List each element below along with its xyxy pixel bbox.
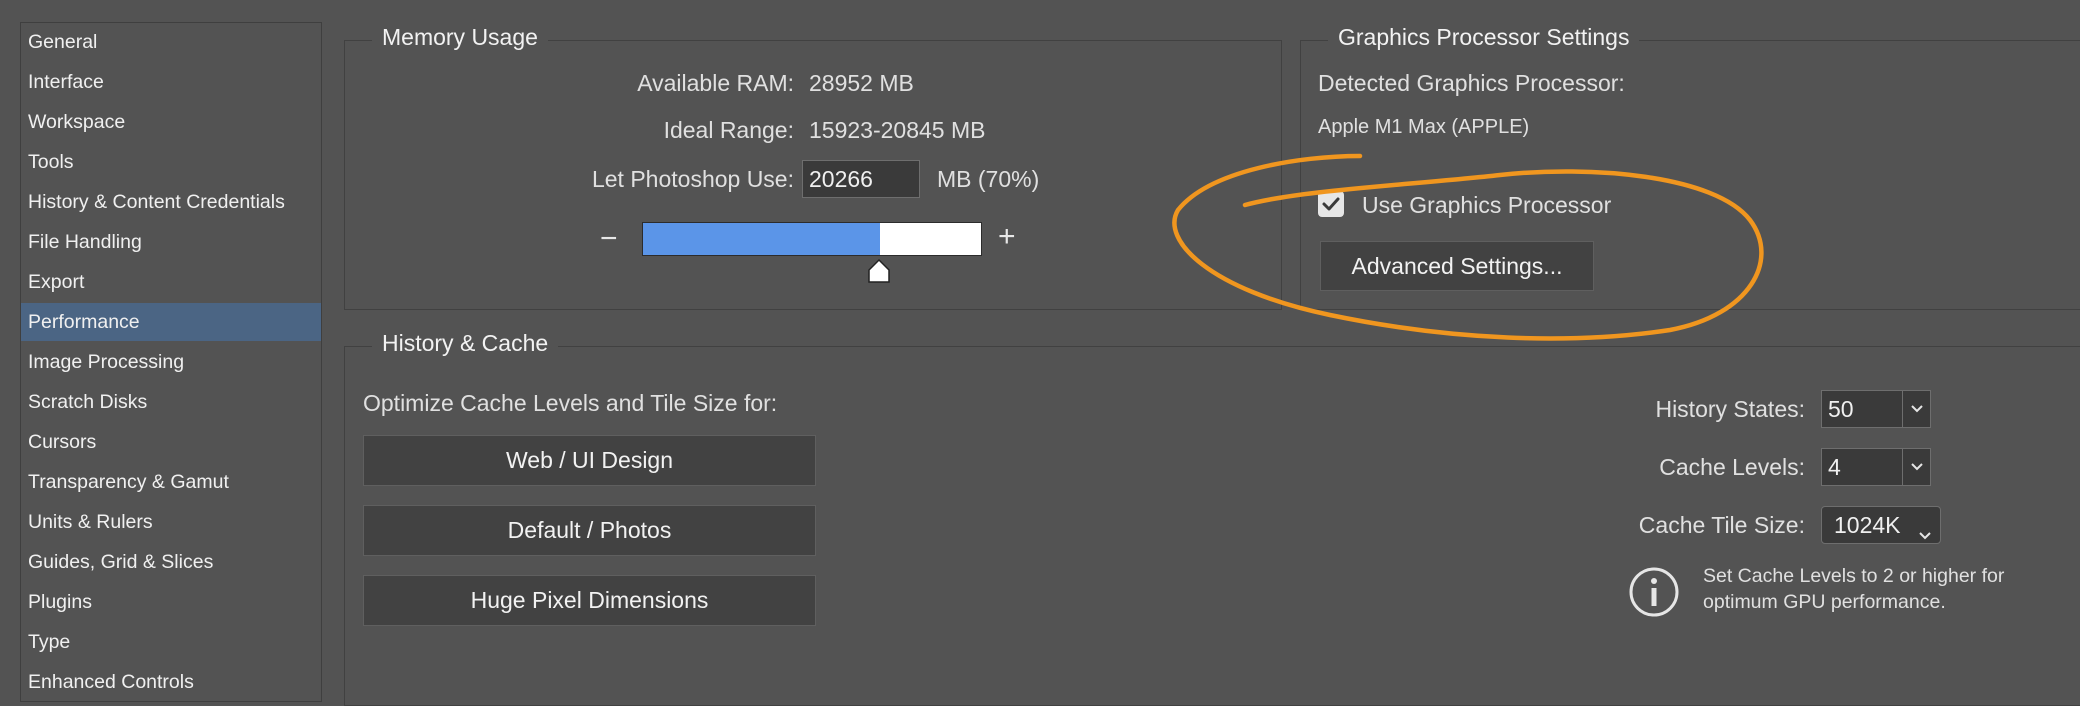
info-text-line-1: Set Cache Levels to 2 or higher for: [1703, 565, 2005, 587]
memory-unit-label: MB (70%): [937, 166, 1040, 192]
history-cache-title: History & Cache: [372, 330, 559, 357]
sidebar-item-performance[interactable]: Performance: [21, 303, 321, 341]
info-icon: [1629, 567, 1679, 617]
preferences-sidebar: General Interface Workspace Tools Histor…: [20, 22, 322, 702]
memory-slider-fill: [643, 223, 880, 255]
history-states-value: 50: [1828, 396, 1854, 422]
sidebar-item-file-handling[interactable]: File Handling: [21, 223, 321, 261]
history-states-label: History States:: [1655, 396, 1805, 422]
cache-tile-size-value: 1024K: [1834, 512, 1901, 538]
cache-tile-size-label: Cache Tile Size:: [1638, 512, 1805, 538]
sidebar-item-transparency-gamut[interactable]: Transparency & Gamut: [21, 463, 321, 501]
sidebar-item-scratch-disks[interactable]: Scratch Disks: [21, 383, 321, 421]
sidebar-item-type[interactable]: Type: [21, 623, 321, 661]
cache-levels-combo[interactable]: 4: [1821, 448, 1931, 486]
graphics-processor-title: Graphics Processor Settings: [1328, 24, 1640, 51]
detected-gpu-value: Apple M1 Max (APPLE): [1318, 116, 1530, 138]
cache-levels-value: 4: [1828, 454, 1841, 480]
web-ui-design-button[interactable]: Web / UI Design: [363, 435, 816, 486]
memory-decrease-button[interactable]: −: [600, 222, 618, 256]
info-text-line-2: optimum GPU performance.: [1703, 591, 1946, 613]
ideal-range-label: Ideal Range:: [663, 117, 794, 143]
sidebar-item-interface[interactable]: Interface: [21, 63, 321, 101]
sidebar-item-plugins[interactable]: Plugins: [21, 583, 321, 621]
chevron-down-icon[interactable]: [1902, 449, 1930, 485]
default-photos-button[interactable]: Default / Photos: [363, 505, 816, 556]
sidebar-item-general[interactable]: General: [21, 23, 321, 61]
chevron-down-icon: [1918, 520, 1932, 547]
sidebar-item-enhanced-controls[interactable]: Enhanced Controls: [21, 663, 321, 701]
memory-usage-title: Memory Usage: [372, 24, 548, 51]
sidebar-item-history-content-credentials[interactable]: History & Content Credentials: [21, 183, 321, 221]
sidebar-item-export[interactable]: Export: [21, 263, 321, 301]
cache-levels-label: Cache Levels:: [1659, 454, 1805, 480]
memory-slider-thumb[interactable]: [866, 258, 892, 284]
optimize-label: Optimize Cache Levels and Tile Size for:: [363, 390, 778, 416]
cache-tile-size-select[interactable]: 1024K: [1821, 506, 1941, 544]
sidebar-item-units-rulers[interactable]: Units & Rulers: [21, 503, 321, 541]
sidebar-item-tools[interactable]: Tools: [21, 143, 321, 181]
huge-pixel-dimensions-button[interactable]: Huge Pixel Dimensions: [363, 575, 816, 626]
sidebar-item-guides-grid-slices[interactable]: Guides, Grid & Slices: [21, 543, 321, 581]
sidebar-item-workspace[interactable]: Workspace: [21, 103, 321, 141]
memory-slider[interactable]: [642, 222, 982, 256]
chevron-down-icon[interactable]: [1902, 391, 1930, 427]
annotation-circle: [1172, 153, 1764, 341]
available-ram-label: Available RAM:: [637, 70, 794, 96]
memory-amount-input[interactable]: [802, 160, 920, 198]
sidebar-item-cursors[interactable]: Cursors: [21, 423, 321, 461]
memory-increase-button[interactable]: +: [998, 220, 1016, 254]
history-states-combo[interactable]: 50: [1821, 390, 1931, 428]
sidebar-item-image-processing[interactable]: Image Processing: [21, 343, 321, 381]
ideal-range-value: 15923-20845 MB: [809, 117, 986, 143]
let-photoshop-use-label: Let Photoshop Use:: [591, 166, 794, 192]
available-ram-value: 28952 MB: [809, 70, 914, 96]
detected-gpu-label: Detected Graphics Processor:: [1318, 70, 1625, 96]
